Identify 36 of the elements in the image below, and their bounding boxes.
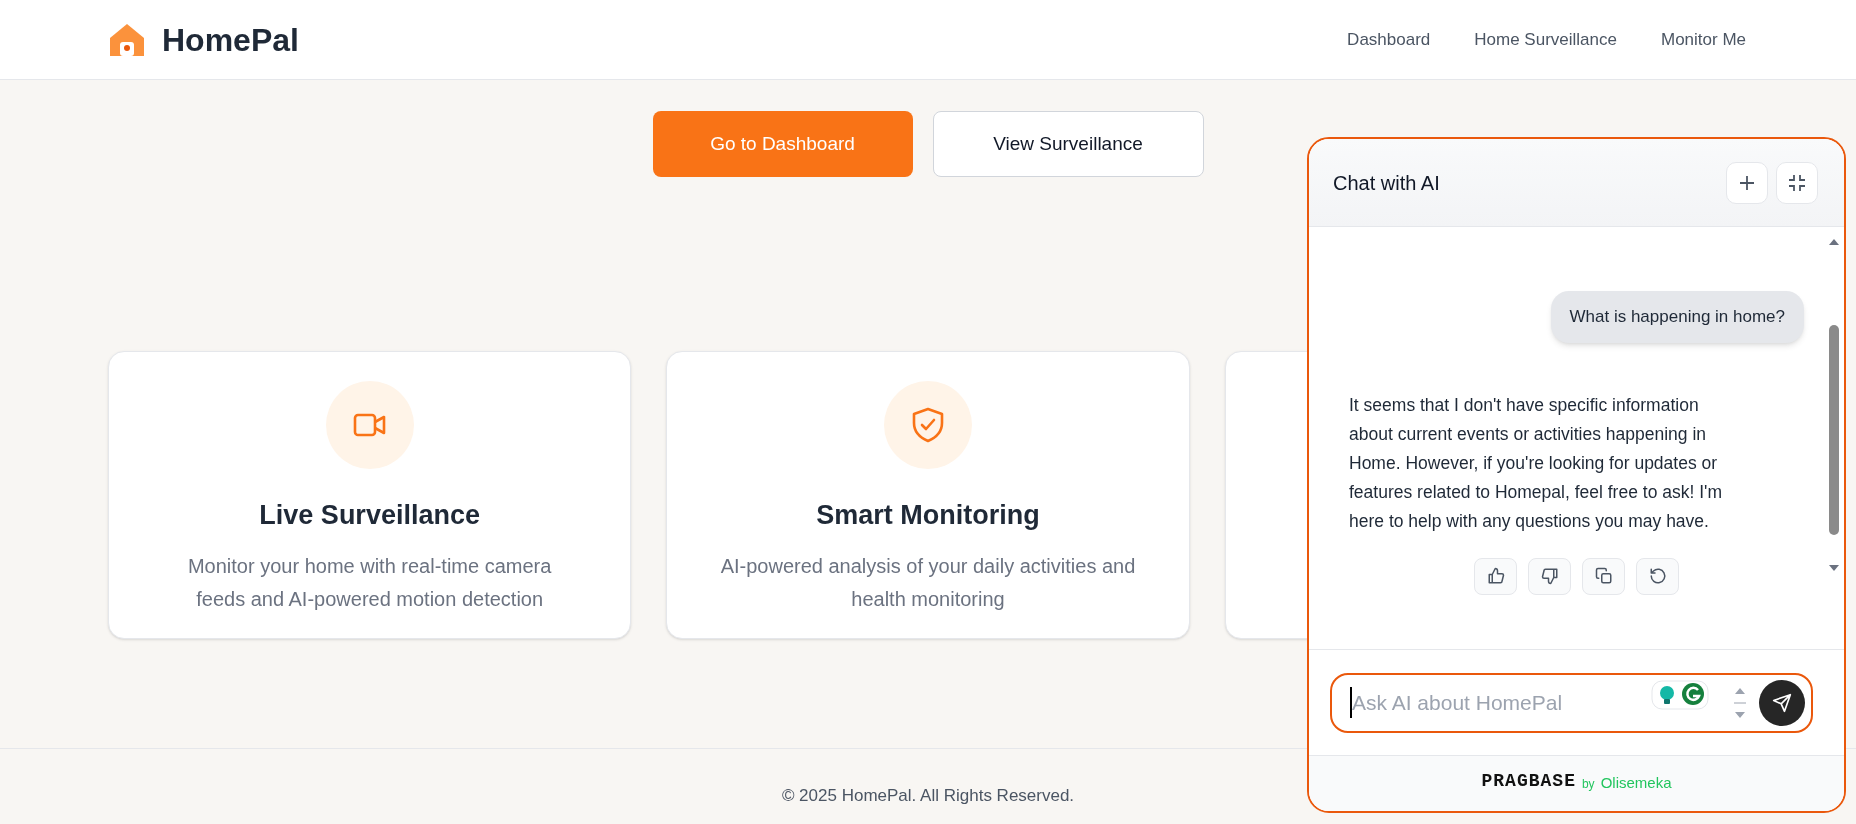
assistant-message: It seems that I don't have specific information about current events or activities happening in Home. However, if you're looking for updates or features related to Homepal, feel free to ask! I'm here to help with any questions you may have. bbox=[1349, 393, 1723, 533]
feature-description: AI-powered analysis of your daily activities and health monitoring bbox=[720, 553, 1136, 612]
minimize-button[interactable] bbox=[1776, 161, 1818, 204]
grammar-assistant-icon bbox=[1651, 679, 1709, 710]
feature-title: Live Surveillance bbox=[259, 499, 480, 532]
by-label: by bbox=[1581, 775, 1595, 793]
shield-check-icon bbox=[911, 407, 945, 443]
thumbs-down-icon bbox=[1540, 567, 1559, 585]
nav-link[interactable]: Monitor Me bbox=[1660, 26, 1746, 53]
house-logo-icon bbox=[108, 21, 146, 58]
video-camera-icon bbox=[352, 412, 387, 438]
nav-link[interactable]: Dashboard bbox=[1347, 26, 1431, 53]
chat-input-field[interactable]: Ask AI about HomePal bbox=[1330, 672, 1813, 733]
pragbase-logo: PRAGBASE bbox=[1481, 770, 1576, 793]
copy-button[interactable] bbox=[1582, 557, 1625, 595]
thumbs-up-icon bbox=[1486, 567, 1505, 585]
copyright-text: © 2025 HomePal. All Rights Reserved. bbox=[781, 785, 1075, 807]
new-chat-button[interactable] bbox=[1726, 161, 1768, 204]
send-icon bbox=[1772, 692, 1792, 713]
surveillance-button[interactable]: View Surveillance bbox=[932, 111, 1204, 177]
retry-icon bbox=[1648, 567, 1667, 585]
plus-icon bbox=[1738, 173, 1756, 192]
nav-link[interactable]: Home Surveillance bbox=[1474, 26, 1617, 53]
message-input-field[interactable]: Ask AI about HomePal bbox=[1350, 686, 1651, 719]
chat-title: Chat with AI bbox=[1333, 170, 1440, 196]
retry-button[interactable] bbox=[1636, 557, 1679, 595]
minimize-icon bbox=[1788, 173, 1806, 192]
author-name: Olisemeka bbox=[1600, 773, 1672, 794]
brand-name: HomePal bbox=[162, 20, 299, 60]
feature-description: Monitor your home with real-time camera feeds and AI-powered motion detection bbox=[186, 553, 553, 612]
thumbs-down-button[interactable] bbox=[1528, 557, 1571, 595]
send-button[interactable] bbox=[1759, 679, 1805, 726]
user-message: What is happening in home? bbox=[1550, 291, 1804, 343]
feature-title: Smart Monitoring bbox=[816, 499, 1040, 532]
copy-icon bbox=[1594, 567, 1613, 585]
thumbs-up-button[interactable] bbox=[1474, 557, 1517, 595]
